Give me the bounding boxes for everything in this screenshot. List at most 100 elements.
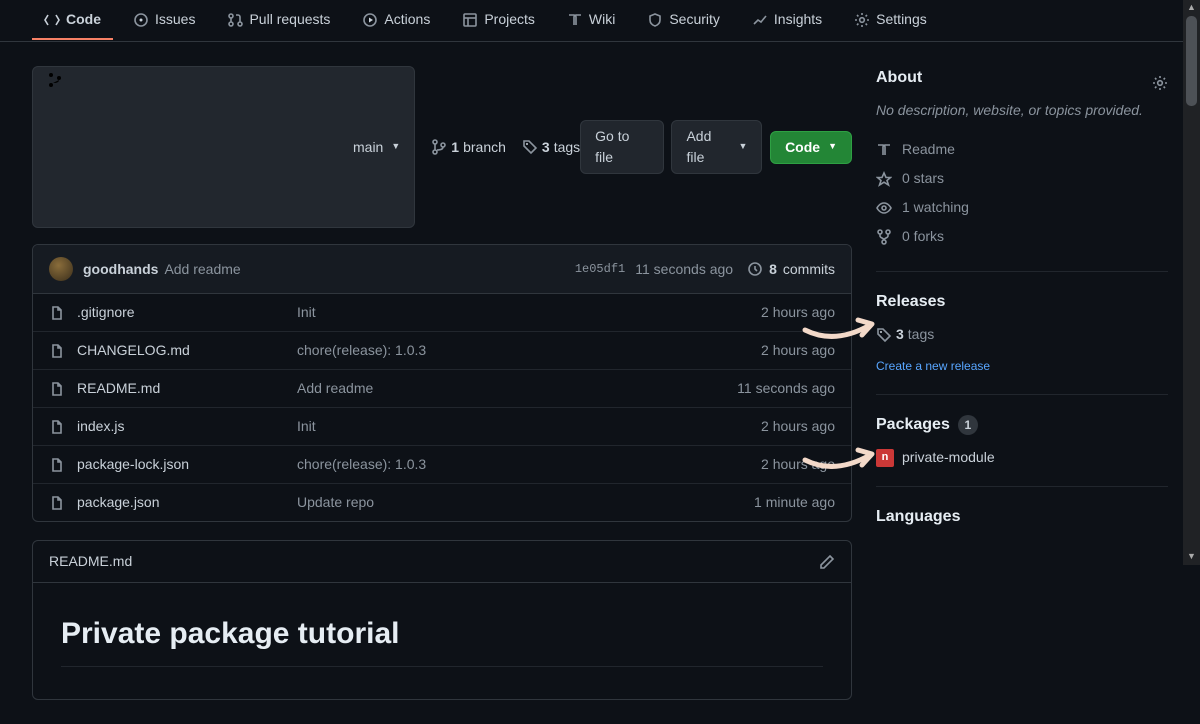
avatar[interactable] — [49, 257, 73, 281]
watching-link[interactable]: 1 watching — [876, 193, 1168, 222]
tab-insights[interactable]: Insights — [740, 1, 834, 40]
file-row[interactable]: README.md Add readme 11 seconds ago — [33, 370, 851, 408]
file-time: 2 hours ago — [761, 416, 835, 437]
tab-projects[interactable]: Projects — [450, 1, 547, 40]
file-commit-msg[interactable]: Update repo — [297, 492, 754, 513]
book-icon — [876, 142, 892, 158]
file-name[interactable]: package-lock.json — [77, 454, 297, 475]
file-name[interactable]: CHANGELOG.md — [77, 340, 297, 361]
file-icon — [49, 495, 65, 511]
file-list-box: goodhands Add readme 1e05df1 11 seconds … — [32, 244, 852, 522]
tab-security[interactable]: Security — [635, 1, 732, 40]
commit-time: 11 seconds ago — [635, 259, 733, 280]
file-commit-msg[interactable]: Add readme — [297, 378, 737, 399]
scrollbar[interactable]: ▲ ▼ — [1183, 0, 1200, 565]
file-row[interactable]: package.json Update repo 1 minute ago — [33, 484, 851, 521]
code-button[interactable]: Code ▼ — [770, 131, 852, 164]
forks-link[interactable]: 0 forks — [876, 222, 1168, 251]
add-file-button[interactable]: Add file ▼ — [671, 120, 762, 174]
packages-count-badge: 1 — [958, 415, 978, 435]
issue-icon — [133, 12, 149, 28]
star-icon — [876, 171, 892, 187]
go-to-file-button[interactable]: Go to file — [580, 120, 664, 174]
file-time: 1 minute ago — [754, 492, 835, 513]
file-name[interactable]: index.js — [77, 416, 297, 437]
commit-author[interactable]: goodhands — [83, 259, 158, 280]
file-icon — [49, 419, 65, 435]
eye-icon — [876, 200, 892, 216]
tab-pull-requests[interactable]: Pull requests — [215, 1, 342, 40]
commits-link[interactable]: 8 commits — [747, 259, 835, 280]
tab-actions[interactable]: Actions — [350, 1, 442, 40]
file-name[interactable]: README.md — [77, 378, 297, 399]
readme-box: README.md Private package tutorial — [32, 540, 852, 700]
create-release-link[interactable]: Create a new release — [876, 359, 990, 373]
file-name[interactable]: .gitignore — [77, 302, 297, 323]
commit-message[interactable]: Add readme — [164, 259, 240, 280]
file-row[interactable]: index.js Init 2 hours ago — [33, 408, 851, 446]
file-icon — [49, 305, 65, 321]
file-icon — [49, 457, 65, 473]
file-time: 2 hours ago — [761, 302, 835, 323]
latest-commit-bar[interactable]: goodhands Add readme 1e05df1 11 seconds … — [33, 245, 851, 294]
tab-issues[interactable]: Issues — [121, 1, 207, 40]
scroll-down-icon[interactable]: ▼ — [1183, 549, 1200, 565]
branch-select-button[interactable]: main ▼ — [32, 66, 415, 228]
package-item[interactable]: n private-module — [876, 447, 1168, 468]
caret-down-icon: ▼ — [738, 140, 747, 154]
file-toolbar: main ▼ 1 branch 3 tags Go to file Add fi… — [32, 66, 852, 228]
tag-icon — [522, 139, 538, 155]
main-column: main ▼ 1 branch 3 tags Go to file Add fi… — [32, 66, 852, 700]
caret-down-icon: ▼ — [391, 140, 400, 154]
sidebar: About No description, website, or topics… — [876, 66, 1168, 700]
shield-icon — [647, 12, 663, 28]
tag-count[interactable]: 3 tags — [522, 137, 580, 158]
history-icon — [747, 261, 763, 277]
scroll-up-icon[interactable]: ▲ — [1183, 0, 1200, 16]
file-row[interactable]: .gitignore Init 2 hours ago — [33, 294, 851, 332]
file-row[interactable]: CHANGELOG.md chore(release): 1.0.3 2 hou… — [33, 332, 851, 370]
play-icon — [362, 12, 378, 28]
file-row[interactable]: package-lock.json chore(release): 1.0.3 … — [33, 446, 851, 484]
tab-code[interactable]: Code — [32, 1, 113, 40]
file-time: 2 hours ago — [761, 340, 835, 361]
tab-settings[interactable]: Settings — [842, 1, 939, 40]
readme-filename[interactable]: README.md — [49, 551, 132, 572]
gear-icon — [854, 12, 870, 28]
tag-icon — [876, 327, 892, 343]
npm-icon: n — [876, 449, 894, 467]
pencil-icon[interactable] — [819, 554, 835, 570]
about-title: About — [876, 66, 922, 90]
packages-title: Packages 1 — [876, 413, 1168, 437]
file-icon — [49, 381, 65, 397]
pr-icon — [227, 12, 243, 28]
file-time: 2 hours ago — [761, 454, 835, 475]
languages-title: Languages — [876, 505, 1168, 529]
branch-icon — [431, 139, 447, 155]
commit-sha[interactable]: 1e05df1 — [575, 260, 625, 278]
about-meta-list: Readme 0 stars 1 watching 0 forks — [876, 135, 1168, 251]
file-commit-msg[interactable]: Init — [297, 302, 761, 323]
scrollbar-thumb[interactable] — [1186, 16, 1197, 106]
book-icon — [567, 12, 583, 28]
branch-icon — [47, 72, 347, 222]
project-icon — [462, 12, 478, 28]
releases-title: Releases — [876, 290, 1168, 314]
releases-tags-link[interactable]: 3 tags — [876, 324, 1168, 345]
file-commit-msg[interactable]: Init — [297, 416, 761, 437]
file-commit-msg[interactable]: chore(release): 1.0.3 — [297, 454, 761, 475]
tab-wiki[interactable]: Wiki — [555, 1, 627, 40]
fork-icon — [876, 229, 892, 245]
graph-icon — [752, 12, 768, 28]
gear-icon[interactable] — [1152, 75, 1168, 91]
code-icon — [44, 12, 60, 28]
caret-down-icon: ▼ — [828, 140, 837, 154]
about-description: No description, website, or topics provi… — [876, 100, 1168, 121]
readme-heading: Private package tutorial — [61, 611, 823, 667]
branch-name: main — [353, 137, 383, 158]
branch-count[interactable]: 1 branch — [431, 137, 506, 158]
readme-link[interactable]: Readme — [876, 135, 1168, 164]
file-commit-msg[interactable]: chore(release): 1.0.3 — [297, 340, 761, 361]
stars-link[interactable]: 0 stars — [876, 164, 1168, 193]
file-name[interactable]: package.json — [77, 492, 297, 513]
